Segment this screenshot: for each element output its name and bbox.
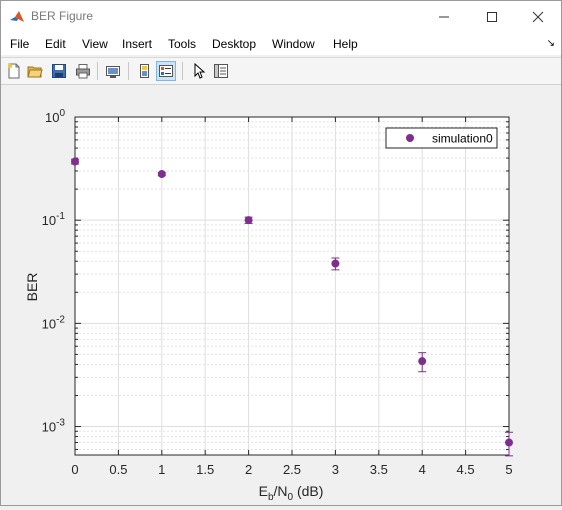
menu-insert[interactable]: Insert: [122, 37, 152, 51]
data-point[interactable]: [244, 216, 253, 225]
show-plot-tools-icon: [159, 65, 173, 77]
toolbar-separator: [182, 62, 183, 80]
menu-bar: File Edit View Insert Tools Desktop Wind…: [1, 33, 561, 55]
save-icon: [52, 64, 66, 78]
legend[interactable]: simulation0: [385, 127, 498, 149]
x-tick-label: 0: [71, 462, 78, 477]
link-plot-button[interactable]: [103, 61, 123, 81]
x-tick-label: 1: [158, 462, 165, 477]
x-tick-labels: 0 0.5 1 1.5 2 2.5 3 3.5 4 4.5 5: [71, 462, 512, 477]
print-icon: [76, 64, 90, 79]
figure-window: BER Figure File Edit View Insert Tools D…: [0, 0, 562, 506]
marker: [157, 170, 166, 179]
hide-plot-tools-icon: [140, 64, 149, 78]
minimize-button[interactable]: [421, 1, 467, 33]
marker: [505, 438, 513, 447]
close-icon: [532, 11, 544, 23]
menu-view[interactable]: View: [82, 37, 108, 51]
x-tick-label: 5: [505, 462, 512, 477]
property-inspector-icon: [214, 64, 228, 78]
menu-window[interactable]: Window: [272, 37, 315, 51]
link-plot-icon: [106, 66, 120, 78]
y-tick-label: 10-3: [42, 418, 66, 435]
marker: [71, 157, 79, 166]
legend-label: simulation0: [432, 132, 493, 146]
save-button[interactable]: [49, 61, 69, 81]
new-figure-button[interactable]: [4, 61, 24, 81]
maximize-icon: [487, 12, 497, 22]
x-tick-label: 0.5: [109, 462, 127, 477]
y-tick-labels: 100 10-1 10-2 10-3: [42, 108, 66, 435]
edit-plot-icon: [194, 63, 206, 79]
property-inspector-button[interactable]: [211, 61, 231, 81]
y-tick-label: 10-2: [42, 314, 66, 331]
y-axis-label: BER: [24, 273, 40, 302]
menu-help[interactable]: Help: [333, 37, 358, 51]
x-tick-label: 4.5: [457, 462, 475, 477]
menu-file[interactable]: File: [10, 37, 29, 51]
window-title: BER Figure: [31, 9, 94, 23]
marker: [244, 216, 253, 225]
x-tick-label: 4: [419, 462, 426, 477]
menu-tools[interactable]: Tools: [168, 37, 196, 51]
toolbar-separator: [97, 62, 98, 80]
open-file-icon: [27, 66, 43, 78]
y-tick-label: 100: [45, 108, 65, 125]
x-axis-label: Eb/N0 (dB): [259, 483, 324, 503]
y-tick-label: 10-1: [42, 211, 66, 228]
ber-chart: 0 0.5 1 1.5 2 2.5 3 3.5 4 4.5 5 100 10-1 10-2 10-3 Eb…: [24, 108, 513, 503]
toolbar-separator: [128, 62, 129, 80]
x-tick-label: 2.5: [283, 462, 301, 477]
print-button[interactable]: [73, 61, 93, 81]
menu-edit[interactable]: Edit: [45, 37, 66, 51]
open-file-button[interactable]: [25, 61, 45, 81]
show-plot-tools-button[interactable]: [156, 61, 176, 81]
x-tick-label: 1.5: [196, 462, 214, 477]
minimize-icon: [439, 16, 449, 18]
x-tick-label: 3.5: [370, 462, 388, 477]
new-figure-icon: [7, 63, 20, 79]
legend-marker: [406, 134, 414, 142]
dock-figure-icon[interactable]: ↘: [547, 38, 555, 49]
figure-toolbar: [1, 57, 561, 85]
marker: [418, 357, 427, 366]
marker: [331, 259, 340, 268]
x-tick-label: 2: [245, 462, 252, 477]
hide-plot-tools-button[interactable]: [134, 61, 154, 81]
data-point[interactable]: [157, 170, 166, 179]
figure-canvas: 0 0.5 1 1.5 2 2.5 3 3.5 4 4.5 5 100 10-1 10-2 10-3 Eb…: [1, 85, 561, 505]
data-point[interactable]: [71, 157, 79, 166]
menu-desktop[interactable]: Desktop: [212, 37, 256, 51]
title-bar[interactable]: BER Figure: [1, 1, 561, 33]
x-tick-label: 3: [332, 462, 339, 477]
close-button[interactable]: [515, 1, 561, 33]
matlab-icon: [9, 9, 25, 25]
edit-plot-button[interactable]: [189, 61, 209, 81]
maximize-button[interactable]: [469, 1, 515, 33]
